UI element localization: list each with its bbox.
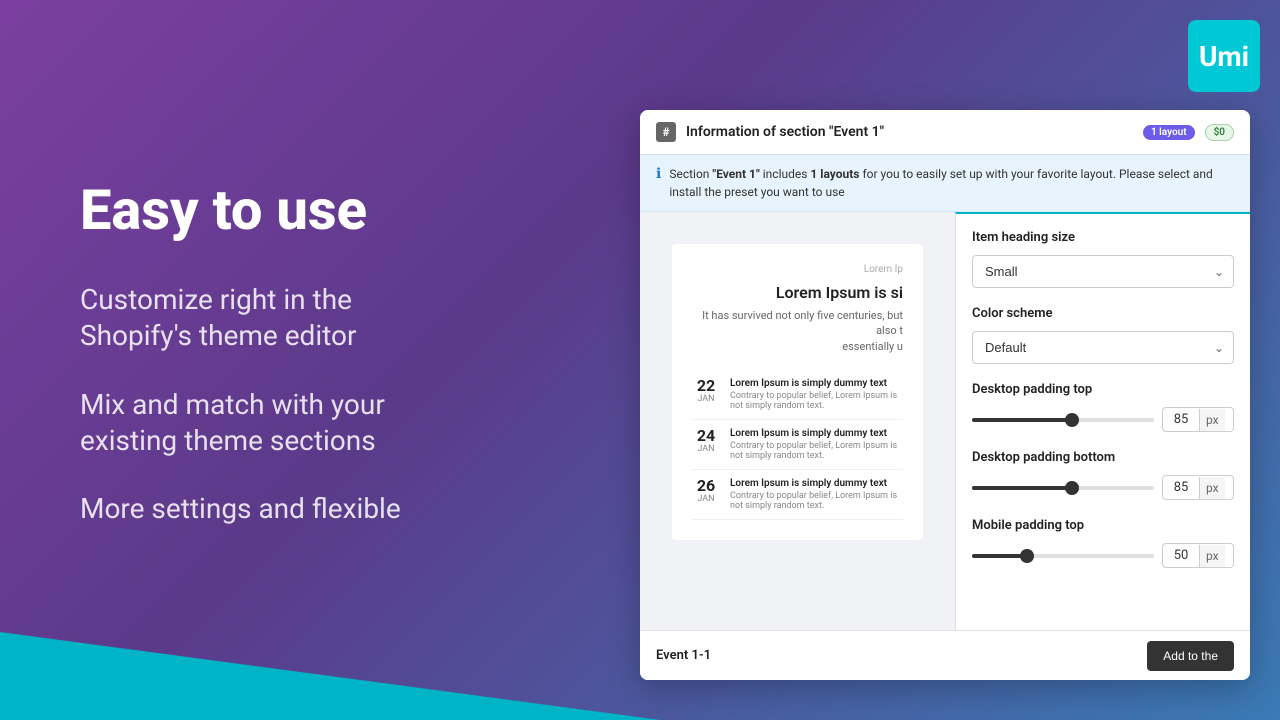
event-item-2: 24 Jan Lorem Ipsum is simply dummy text …: [692, 420, 903, 470]
preview-wrapper: Lorem Ip Lorem Ipsum is si It has surviv…: [640, 212, 955, 572]
desktop-padding-bottom-label: Desktop padding bottom: [972, 450, 1234, 465]
preview-subtitle: It has survived not only five centuries,…: [692, 308, 903, 354]
event-label: Event 1-1: [656, 648, 711, 663]
preview-title: Lorem Ipsum is si: [692, 283, 903, 302]
desktop-padding-top-label: Desktop padding top: [972, 382, 1234, 397]
right-panel: # Information of section "Event 1" 1 lay…: [640, 110, 1280, 690]
modal-icon: #: [656, 122, 676, 142]
event-content-2: Lorem Ipsum is simply dummy text Contrar…: [730, 428, 903, 461]
heading-size-select[interactable]: Small Medium Large: [972, 255, 1234, 288]
desktop-padding-top-value-box: 85 px: [1162, 407, 1234, 432]
desktop-padding-top-row: 85 px: [972, 407, 1234, 432]
preview-inner: Lorem Ip Lorem Ipsum is si It has surviv…: [672, 244, 923, 540]
event-content-1: Lorem Ipsum is simply dummy text Contrar…: [730, 378, 903, 411]
info-bar: ℹ Section "Event 1" includes 1 layouts f…: [640, 155, 1250, 212]
color-scheme-select[interactable]: Default Primary Secondary: [972, 331, 1234, 364]
desktop-padding-top-unit: px: [1199, 409, 1225, 431]
left-panel: Easy to use Customize right in theShopif…: [80, 0, 620, 720]
info-icon: ℹ: [656, 166, 661, 182]
mobile-padding-top-track[interactable]: [972, 554, 1154, 558]
color-scheme-select-wrapper[interactable]: Default Primary Secondary ⌄: [972, 331, 1234, 364]
color-scheme-label: Color scheme: [972, 306, 1234, 321]
info-text: Section "Event 1" includes 1 layouts for…: [669, 165, 1234, 201]
event-content-3: Lorem Ipsum is simply dummy text Contrar…: [730, 478, 903, 511]
heading-size-select-wrapper[interactable]: Small Medium Large ⌄: [972, 255, 1234, 288]
desktop-padding-top-value: 85: [1163, 408, 1199, 431]
event-date-3: 26 Jan: [692, 478, 720, 511]
desktop-padding-bottom-row: 85 px: [972, 475, 1234, 500]
bullet-1: Customize right in theShopify's theme ed…: [80, 282, 620, 355]
mobile-padding-top-value-box: 50 px: [1162, 543, 1234, 568]
umi-logo: Umi: [1188, 20, 1260, 92]
modal-container: # Information of section "Event 1" 1 lay…: [640, 110, 1250, 680]
add-to-button[interactable]: Add to the: [1147, 641, 1234, 671]
bullet-3: More settings and flexible: [80, 491, 620, 527]
mobile-padding-top-unit: px: [1199, 545, 1225, 567]
desktop-padding-bottom-value-box: 85 px: [1162, 475, 1234, 500]
preview-pane: Lorem Ip Lorem Ipsum is si It has surviv…: [640, 212, 955, 680]
heading-size-label: Item heading size: [972, 230, 1234, 245]
event-item-1: 22 Jan Lorem Ipsum is simply dummy text …: [692, 370, 903, 420]
settings-pane: Item heading size Small Medium Large ⌄ C…: [955, 212, 1250, 680]
mobile-padding-top-row: 50 px: [972, 543, 1234, 568]
modal-header: # Information of section "Event 1" 1 lay…: [640, 110, 1250, 155]
content-area: Lorem Ip Lorem Ipsum is si It has surviv…: [640, 212, 1250, 680]
desktop-padding-bottom-track[interactable]: [972, 486, 1154, 490]
modal-title: Information of section "Event 1": [686, 124, 1133, 140]
desktop-padding-bottom-value: 85: [1163, 476, 1199, 499]
preview-top-label: Lorem Ip: [692, 264, 903, 275]
layout-badge: 1 layout: [1143, 125, 1195, 140]
price-badge: $0: [1205, 124, 1234, 141]
desktop-padding-top-track[interactable]: [972, 418, 1154, 422]
bullet-2: Mix and match with yourexisting theme se…: [80, 387, 620, 460]
event-date-2: 24 Jan: [692, 428, 720, 461]
event-date-1: 22 Jan: [692, 378, 720, 411]
desktop-padding-bottom-unit: px: [1199, 477, 1225, 499]
mobile-padding-top-value: 50: [1163, 544, 1199, 567]
event-item-3: 26 Jan Lorem Ipsum is simply dummy text …: [692, 470, 903, 520]
mobile-padding-top-label: Mobile padding top: [972, 518, 1234, 533]
page-title: Easy to use: [80, 180, 620, 242]
bottom-bar: Event 1-1 Add to the: [640, 630, 1250, 680]
